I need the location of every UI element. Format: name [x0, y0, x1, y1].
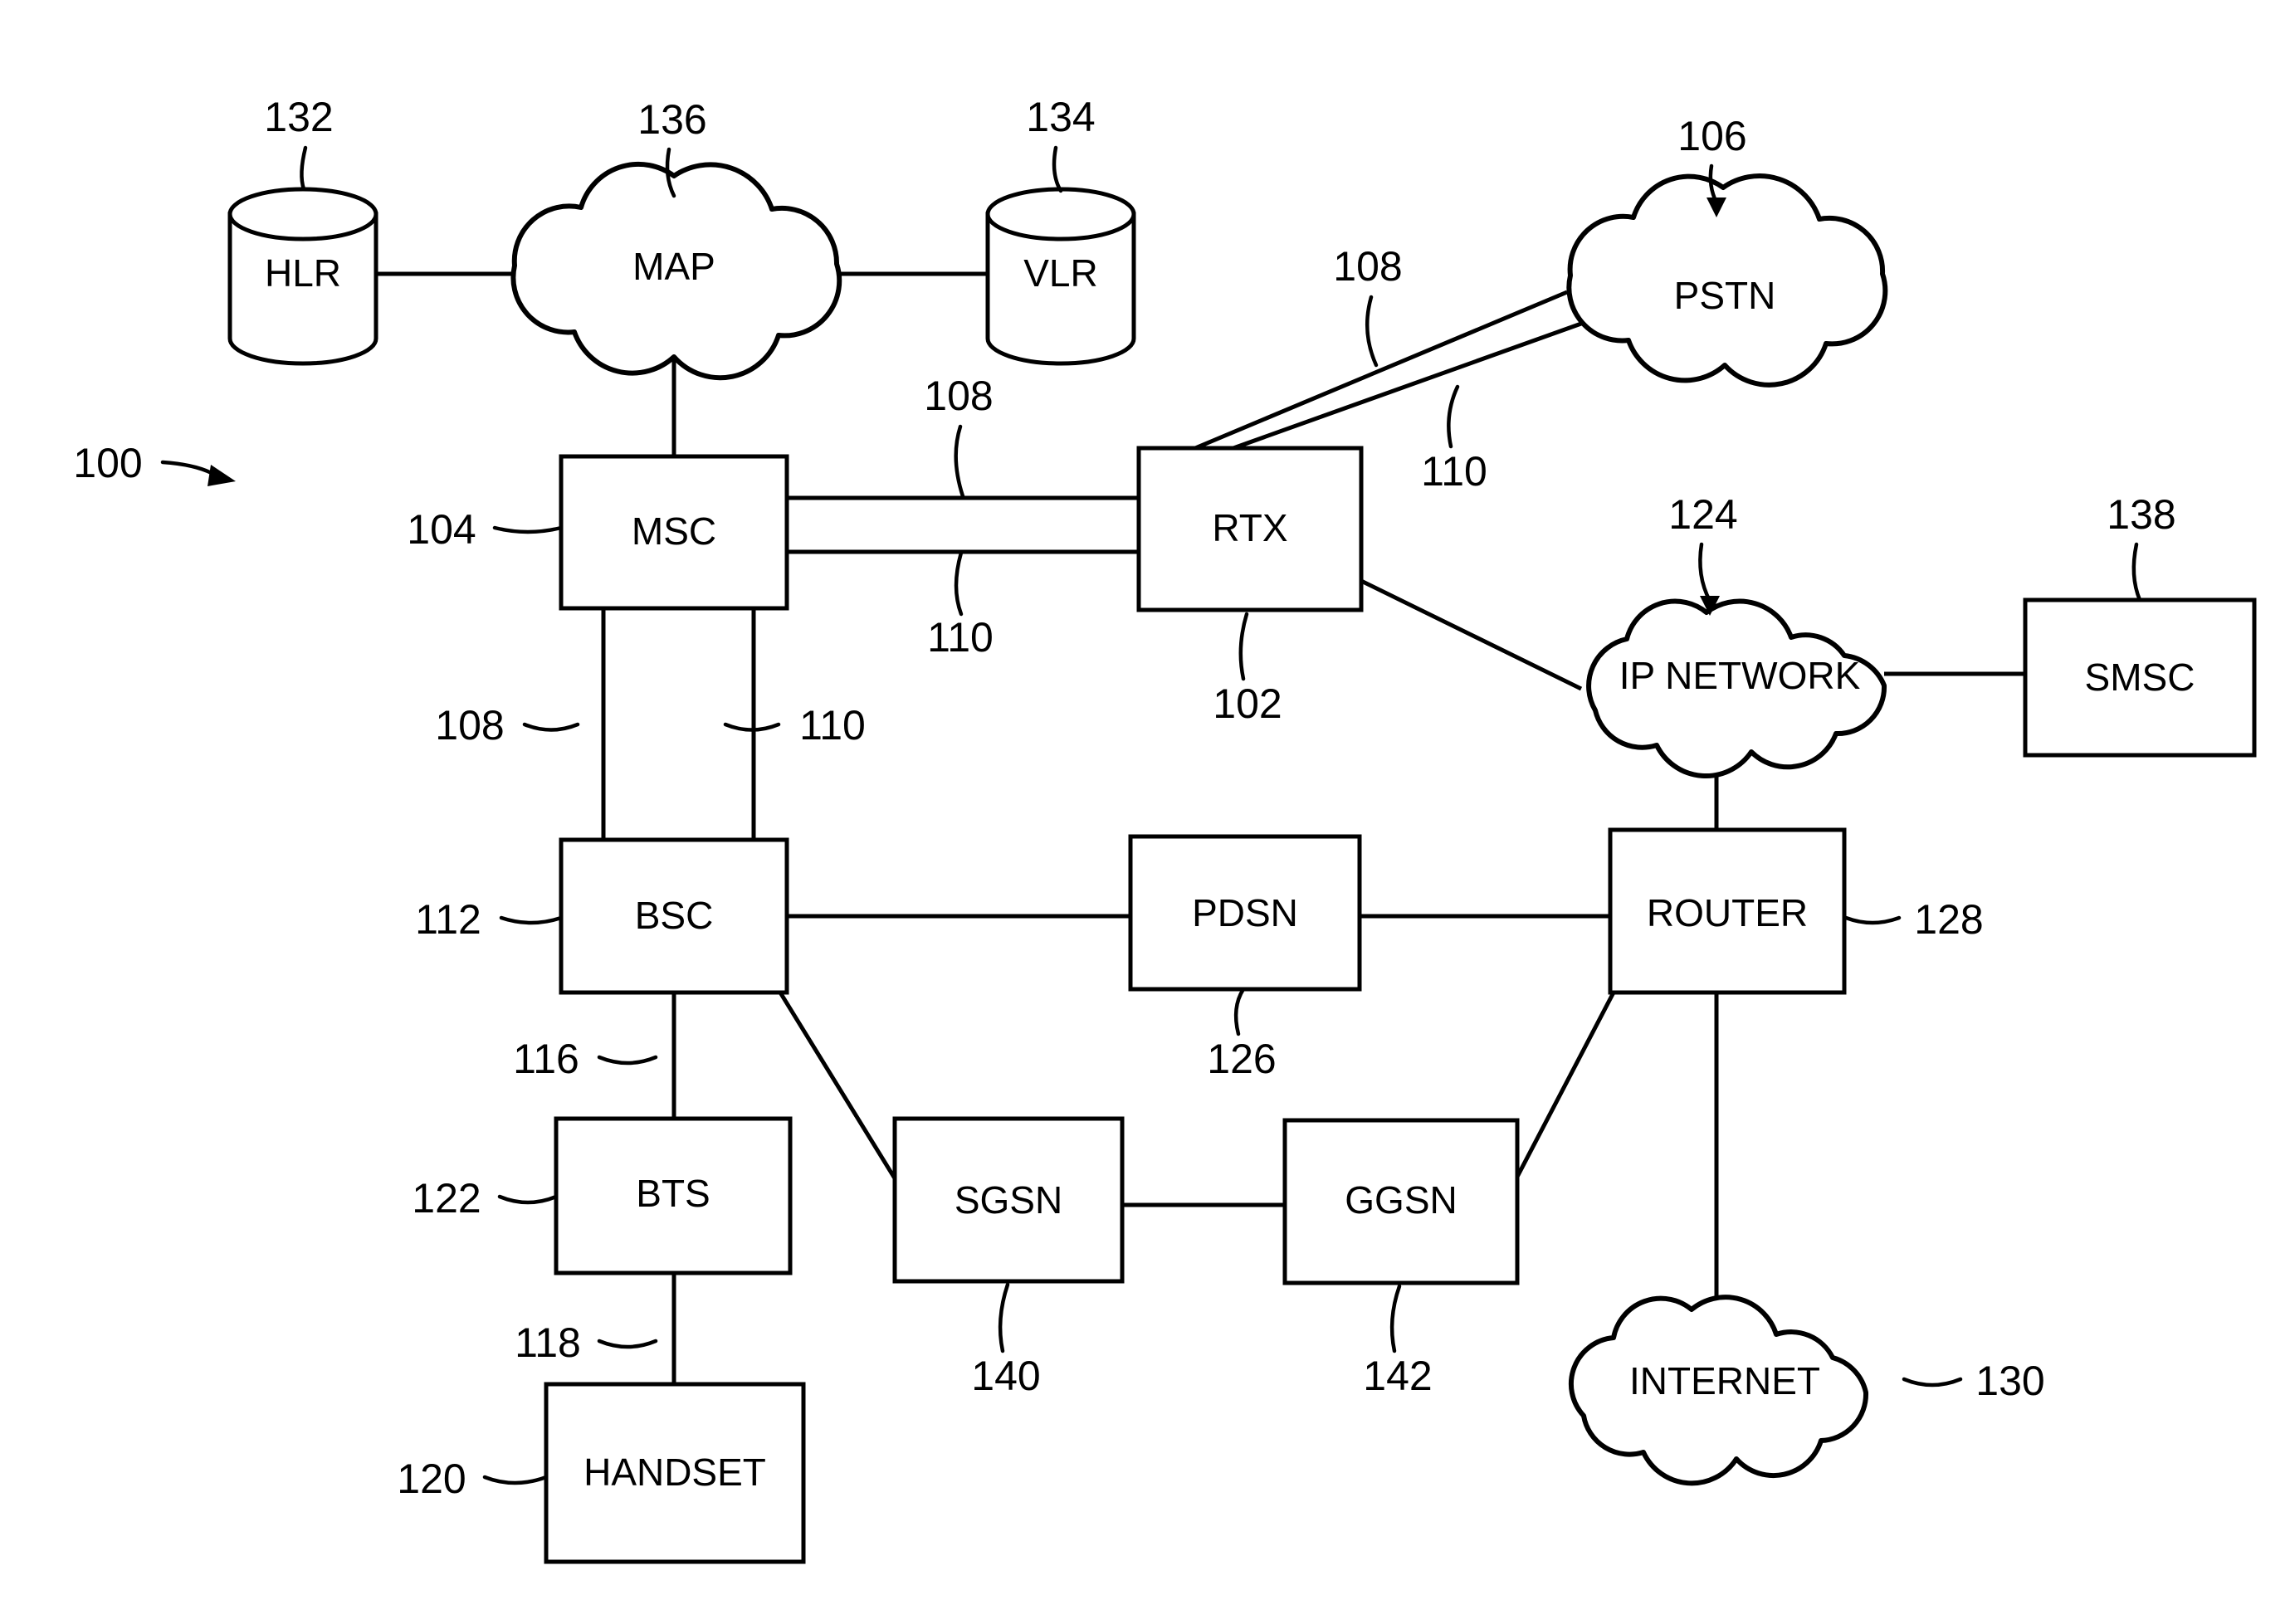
ref-110-rtx-pstn-text: 110 [1421, 448, 1487, 495]
ref-link110-rtx-pstn: 110 [1421, 384, 1487, 495]
ref-124-text: 124 [1668, 491, 1737, 538]
ref-system-100: 100 [73, 440, 236, 486]
ref-internet-130: 130 [1902, 1358, 2045, 1404]
ref-router-128: 128 [1843, 896, 1984, 943]
node-internet-label: INTERNET [1629, 1359, 1820, 1402]
node-bts[interactable]: BTS [554, 1116, 793, 1275]
ref-138-text: 138 [2107, 491, 2175, 538]
node-msc-label: MSC [632, 510, 716, 553]
link-rtx-pstn-lower [1233, 321, 1582, 451]
node-map-label: MAP [632, 245, 715, 288]
ref-102-text: 102 [1213, 680, 1282, 727]
ref-link118: 118 [515, 1319, 658, 1366]
ref-132-text: 132 [264, 94, 333, 140]
ref-140-text: 140 [971, 1353, 1040, 1399]
link-rtx-pstn-upper [1194, 290, 1568, 451]
ref-link108-msc-rtx: 108 [924, 373, 994, 499]
node-vlr[interactable]: VLR [985, 187, 1136, 366]
node-smsc[interactable]: SMSC [2023, 597, 2257, 758]
node-sgsn-label: SGSN [955, 1178, 1062, 1222]
node-hlr-label: HLR [265, 251, 341, 295]
node-pstn-label: PSTN [1674, 274, 1776, 317]
node-internet[interactable]: INTERNET [1568, 1295, 1869, 1486]
node-rtx-label: RTX [1212, 506, 1287, 549]
network-diagram: HLR MAP VLR PSTN MSC RTX IP NETWORK SMSC… [73, 94, 2257, 1564]
node-bsc[interactable]: BSC [559, 837, 789, 995]
ref-108-msc-rtx-text: 108 [924, 373, 993, 419]
ref-130-text: 130 [1975, 1358, 2044, 1404]
ref-112-text: 112 [415, 896, 481, 943]
ref-ggsn-142: 142 [1363, 1284, 1433, 1399]
ref-hlr-132: 132 [264, 94, 334, 192]
ref-smsc-138: 138 [2107, 491, 2176, 602]
node-pdsn-label: PDSN [1192, 891, 1298, 934]
node-bts-label: BTS [636, 1172, 710, 1215]
ref-104-text: 104 [407, 506, 476, 553]
ref-sgsn-140: 140 [971, 1282, 1041, 1399]
node-hlr[interactable]: HLR [227, 187, 378, 366]
node-handset-label: HANDSET [583, 1451, 766, 1494]
ref-pdsn-126: 126 [1207, 987, 1277, 1082]
node-pstn[interactable]: PSTN [1566, 173, 1888, 388]
ref-108-rtx-pstn-text: 108 [1333, 243, 1402, 290]
ref-handset-120: 120 [397, 1456, 549, 1502]
link-rtx-ipnetwork [1360, 578, 1583, 691]
node-vlr-label: VLR [1023, 251, 1097, 295]
node-router[interactable]: ROUTER [1608, 827, 1847, 995]
ref-msc-104: 104 [407, 506, 564, 553]
node-router-label: ROUTER [1647, 891, 1808, 934]
link-bsc-sgsn [778, 991, 897, 1180]
ref-120-text: 120 [397, 1456, 466, 1502]
ref-118-text: 118 [515, 1319, 581, 1366]
ref-106-text: 106 [1677, 113, 1746, 159]
link-ggsn-router [1515, 991, 1616, 1178]
node-map[interactable]: MAP [510, 161, 842, 381]
ref-bts-122: 122 [412, 1175, 559, 1222]
ref-108-msc-bsc-text: 108 [435, 702, 504, 749]
figure-canvas: HLR MAP VLR PSTN MSC RTX IP NETWORK SMSC… [0, 0, 2290, 1624]
ref-100-text: 100 [73, 440, 142, 486]
ref-ipnetwork-124: 124 [1668, 491, 1738, 616]
ref-rtx-102: 102 [1213, 612, 1282, 727]
ref-122-text: 122 [412, 1175, 481, 1222]
ref-bsc-112: 112 [415, 896, 564, 943]
node-pdsn[interactable]: PDSN [1128, 834, 1362, 992]
node-handset[interactable]: HANDSET [544, 1382, 806, 1564]
ref-126-text: 126 [1207, 1036, 1276, 1082]
node-ipnetwork[interactable]: IP NETWORK [1586, 598, 1887, 779]
ref-110-msc-rtx-text: 110 [927, 614, 994, 661]
node-bsc-label: BSC [635, 894, 714, 937]
node-ipnetwork-label: IP NETWORK [1619, 654, 1861, 697]
node-ggsn-label: GGSN [1345, 1178, 1457, 1222]
ref-142-text: 142 [1363, 1353, 1432, 1399]
ref-link110-msc-bsc: 110 [723, 702, 866, 749]
ref-link116: 116 [513, 1036, 658, 1082]
node-sgsn[interactable]: SGSN [892, 1116, 1125, 1284]
ref-128-text: 128 [1914, 896, 1983, 943]
node-smsc-label: SMSC [2085, 656, 2195, 699]
node-msc[interactable]: MSC [559, 454, 789, 611]
node-ggsn[interactable]: GGSN [1282, 1118, 1520, 1285]
ref-link108-rtx-pstn: 108 [1333, 243, 1403, 368]
ref-134-text: 134 [1026, 94, 1095, 140]
ref-link108-msc-bsc: 108 [435, 702, 580, 749]
node-rtx[interactable]: RTX [1136, 446, 1364, 612]
ref-116-text: 116 [513, 1036, 579, 1082]
ref-vlr-134: 134 [1026, 94, 1096, 193]
ref-136-text: 136 [637, 96, 706, 143]
ref-link110-msc-rtx: 110 [927, 550, 994, 661]
ref-110-msc-bsc-text: 110 [799, 702, 866, 749]
